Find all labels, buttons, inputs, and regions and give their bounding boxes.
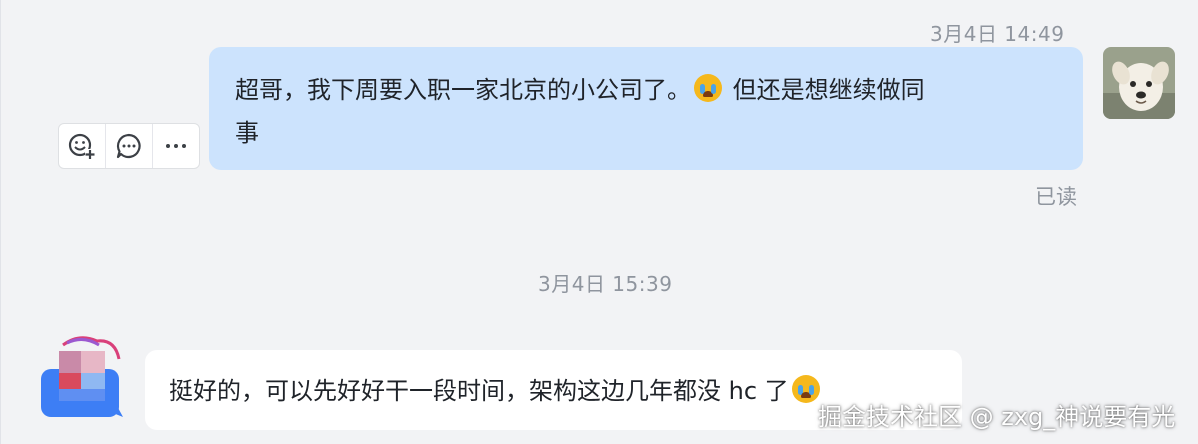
more-icon	[166, 144, 186, 148]
message-timestamp: 3月4日 15:39	[538, 272, 673, 296]
reply-icon	[116, 133, 141, 159]
watermark: 掘金技术社区 @ zxg_神说要有光	[818, 403, 1176, 431]
read-status: 已读	[1035, 185, 1077, 209]
add-reaction-icon	[68, 133, 95, 159]
my-avatar[interactable]	[1103, 47, 1175, 119]
contact-avatar[interactable]	[39, 333, 125, 419]
message-timestamp: 3月4日 14:49	[930, 22, 1065, 46]
outgoing-message-bubble[interactable]: 超哥，我下周要入职一家北京的小公司了。 但还是想继续做同事	[209, 47, 1083, 170]
crying-face-emoji-icon	[791, 375, 820, 403]
message-text: 挺好的，可以先好好干一段时间，架构这边几年都没 hc 了	[169, 377, 789, 405]
message-action-toolbar	[58, 123, 200, 169]
message-text-continued: 但还是想继续做同	[725, 76, 925, 104]
message-text-line2: 事	[235, 119, 259, 147]
add-reaction-button[interactable]	[59, 124, 105, 168]
chat-panel: 3月4日 14:49 超哥，我下周要入职一家北京的小公司了。 但还是想继续做同 …	[0, 0, 1198, 444]
puppy-avatar-icon	[1103, 47, 1175, 119]
more-button[interactable]	[152, 124, 199, 168]
message-text: 超哥，我下周要入职一家北京的小公司了。	[235, 76, 691, 104]
crying-face-emoji-icon	[694, 74, 722, 102]
reply-button[interactable]	[105, 124, 152, 168]
contact-avatar-icon	[41, 336, 123, 417]
